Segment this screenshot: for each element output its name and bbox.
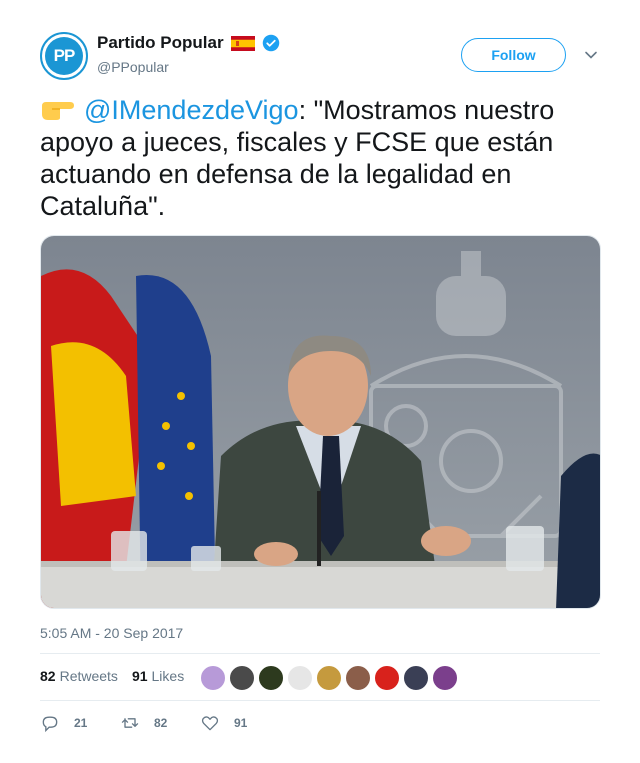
liker-avatar[interactable] <box>287 665 313 691</box>
reply-icon <box>42 716 58 733</box>
account-display-name[interactable]: Partido Popular <box>97 33 224 53</box>
like-count: 91 <box>234 716 248 730</box>
spain-flag-icon <box>230 35 255 51</box>
divider <box>40 700 600 701</box>
tweet-photo[interactable] <box>40 235 601 609</box>
tweet-timestamp[interactable]: 5:05 AM - 20 Sep 2017 <box>40 625 183 641</box>
heart-icon <box>201 716 219 731</box>
retweets-label: Retweets <box>59 668 118 684</box>
reply-count: 21 <box>74 716 88 730</box>
retweets-count: 82 <box>40 668 56 684</box>
liker-avatar[interactable] <box>374 665 400 691</box>
liker-avatar[interactable] <box>229 665 255 691</box>
tweet-mention-link[interactable]: @IMendezdeVigo <box>84 95 299 125</box>
tweet-actions: 21 82 91 <box>40 713 280 733</box>
retweets-stat[interactable]: 82 Retweets <box>40 668 118 684</box>
liker-avatar[interactable] <box>403 665 429 691</box>
chevron-down-icon[interactable] <box>584 48 598 62</box>
liker-avatars <box>200 665 458 691</box>
tweet-text: @IMendezdeVigo: "Mostramos nuestro apoyo… <box>40 94 602 222</box>
account-handle[interactable]: @PPopular <box>97 59 169 75</box>
liker-avatar[interactable] <box>316 665 342 691</box>
liker-avatar[interactable] <box>258 665 284 691</box>
retweet-count: 82 <box>154 716 168 730</box>
likes-stat[interactable]: 91 Likes <box>132 668 184 684</box>
follow-button[interactable]: Follow <box>461 38 566 72</box>
retweet-icon <box>121 718 139 728</box>
account-name-row: Partido Popular <box>97 33 280 53</box>
likes-count: 91 <box>131 668 148 684</box>
backhand-index-pointing-right-icon <box>42 102 74 120</box>
liker-avatar[interactable] <box>345 665 371 691</box>
divider <box>40 653 600 654</box>
likes-label: Likes <box>151 668 185 684</box>
verified-badge-icon <box>262 34 279 52</box>
reply-action[interactable]: 21 <box>40 713 120 733</box>
liker-avatar[interactable] <box>432 665 458 691</box>
account-avatar[interactable]: PP <box>40 32 88 80</box>
retweet-action[interactable]: 82 <box>120 713 200 733</box>
like-action[interactable]: 91 <box>200 713 280 733</box>
liker-avatar[interactable] <box>200 665 226 691</box>
press-conference-photo <box>41 236 600 608</box>
tweet-stats: 82 Retweets 91 Likes <box>40 668 198 684</box>
avatar-logo-text: PP <box>45 37 83 75</box>
